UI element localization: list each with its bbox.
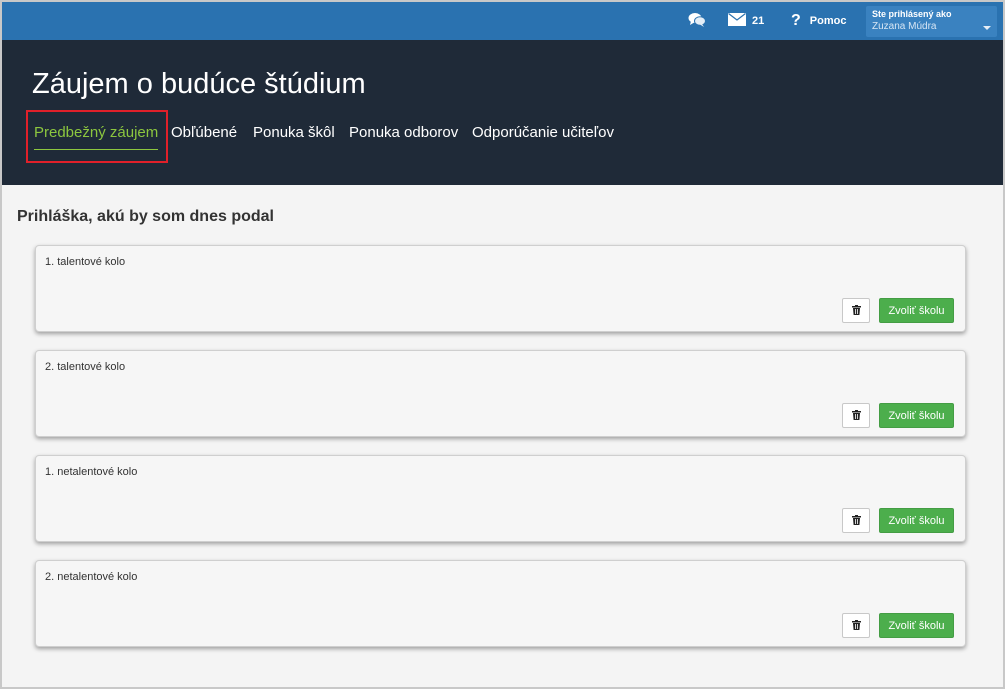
page-header: Záujem o budúce štúdium Predbežný záujem… xyxy=(2,40,1003,185)
round-label: 1. talentové kolo xyxy=(45,256,126,268)
delete-button[interactable] xyxy=(842,508,870,533)
tab-odporucanie-ucitelov[interactable]: Odporúčanie učiteľov xyxy=(472,124,614,149)
messages-button[interactable]: 21 xyxy=(728,2,764,40)
trash-icon xyxy=(851,512,861,530)
choose-school-button[interactable]: Zvoliť školu xyxy=(879,298,954,323)
round-label: 2. talentové kolo xyxy=(45,361,126,373)
user-menu-dropdown[interactable]: Ste prihlásený ako Zuzana Múdra xyxy=(866,6,997,37)
delete-button[interactable] xyxy=(842,403,870,428)
trash-icon xyxy=(851,302,861,320)
trash-icon xyxy=(851,407,861,425)
tab-ponuka-skol[interactable]: Ponuka škôl xyxy=(253,124,335,149)
application-round-card: 1. netalentové kolo Zvoliť školu xyxy=(35,455,966,542)
application-round-card: 1. talentové kolo Zvoliť školu xyxy=(35,245,966,332)
delete-button[interactable] xyxy=(842,298,870,323)
section-title: Prihláška, akú by som dnes podal xyxy=(17,208,274,225)
tab-oblubene[interactable]: Obľúbené xyxy=(171,124,237,149)
choose-school-button[interactable]: Zvoliť školu xyxy=(879,613,954,638)
choose-school-button[interactable]: Zvoliť školu xyxy=(879,403,954,428)
user-name: Zuzana Múdra xyxy=(872,21,937,32)
round-label: 1. netalentové kolo xyxy=(45,466,138,478)
chat-button[interactable] xyxy=(688,2,706,40)
page-title: Záujem o budúce štúdium xyxy=(32,68,366,100)
top-bar: 21 ? Pomoc Ste prihlásený ako Zuzana Múd… xyxy=(2,2,1003,40)
trash-icon xyxy=(851,617,861,635)
help-button[interactable]: ? Pomoc xyxy=(791,2,846,40)
user-caption: Ste prihlásený ako xyxy=(872,9,952,19)
tab-ponuka-odborov[interactable]: Ponuka odborov xyxy=(349,124,458,149)
choose-school-button[interactable]: Zvoliť školu xyxy=(879,508,954,533)
highlight-annotation xyxy=(26,110,168,163)
round-label: 2. netalentové kolo xyxy=(45,571,138,583)
messages-count: 21 xyxy=(752,15,765,27)
application-round-card: 2. netalentové kolo Zvoliť školu xyxy=(35,560,966,647)
question-icon: ? xyxy=(791,12,801,29)
help-label: Pomoc xyxy=(809,15,847,27)
application-round-card: 2. talentové kolo Zvoliť školu xyxy=(35,350,966,437)
app-frame: 21 ? Pomoc Ste prihlásený ako Zuzana Múd… xyxy=(0,0,1005,689)
delete-button[interactable] xyxy=(842,613,870,638)
mail-icon xyxy=(728,13,746,29)
chevron-down-icon xyxy=(983,26,991,30)
chat-icon xyxy=(688,12,706,31)
